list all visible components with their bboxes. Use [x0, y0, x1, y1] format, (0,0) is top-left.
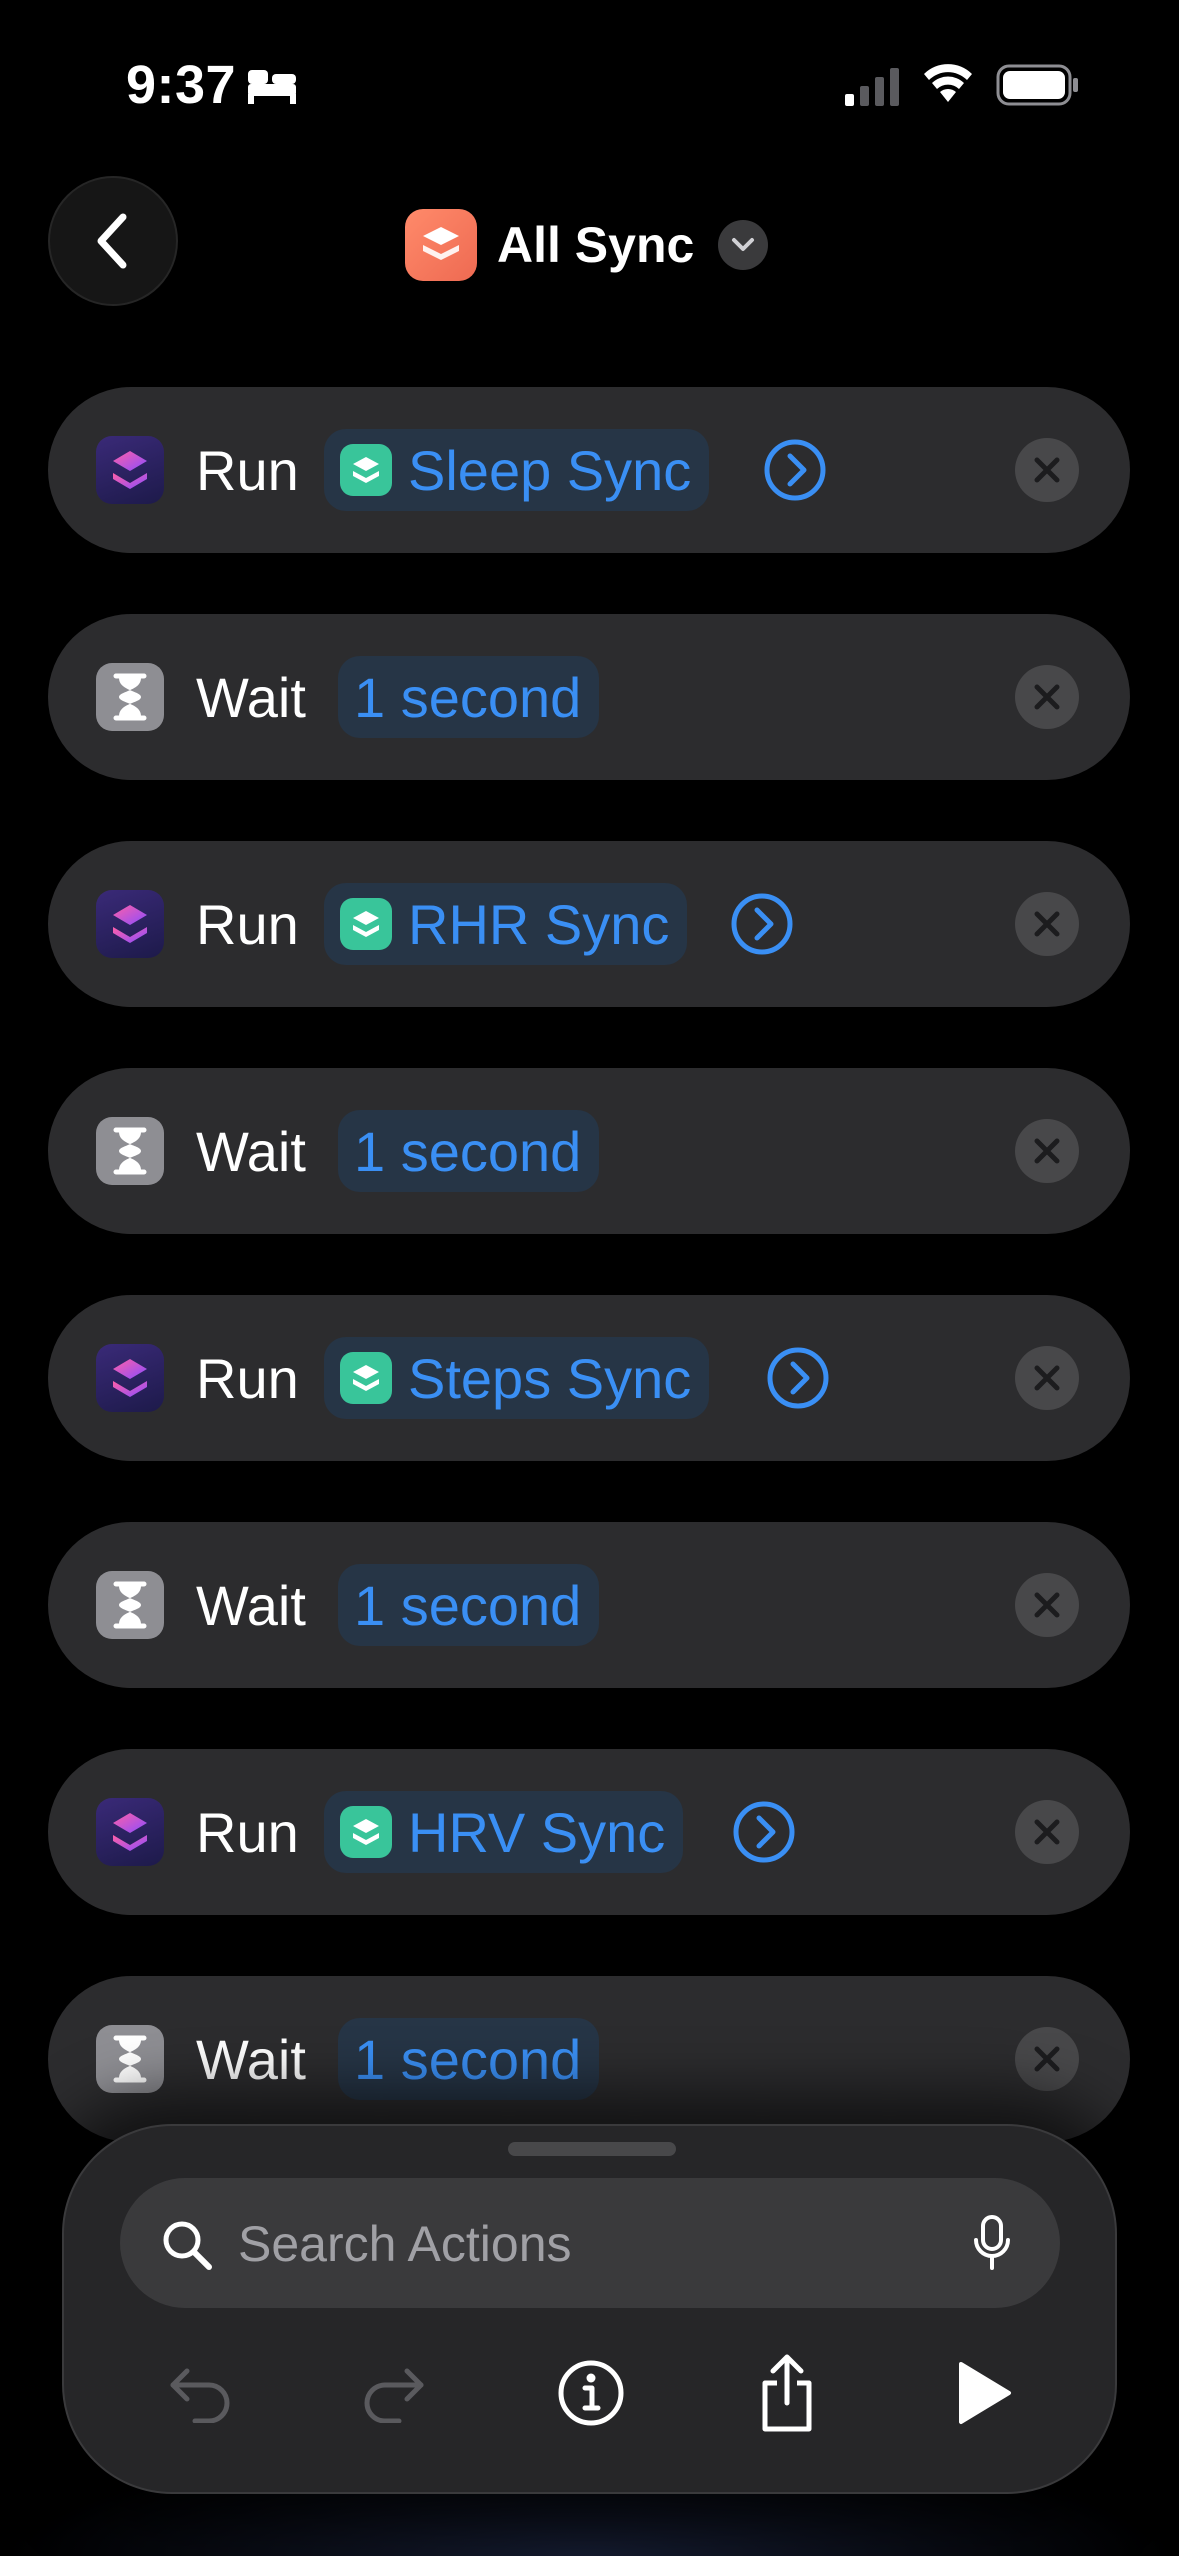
search-bar[interactable] [120, 2178, 1060, 2308]
redo-icon [364, 2368, 424, 2423]
battery-icon [996, 64, 1080, 111]
duration-value: 1 second [354, 2027, 582, 2091]
action-verb: Wait [196, 665, 306, 729]
shortcut-stack-icon [340, 1352, 392, 1404]
search-input[interactable] [236, 2208, 940, 2280]
close-icon [1034, 1819, 1060, 1845]
duration-parameter[interactable]: 1 second [338, 1110, 600, 1192]
duration-value: 1 second [354, 665, 582, 729]
search-icon [163, 2221, 212, 2270]
shortcut-name: Sleep Sync [408, 438, 692, 502]
duration-value: 1 second [354, 1573, 582, 1637]
shortcut-parameter[interactable]: RHR Sync [324, 883, 688, 965]
action-verb: Wait [196, 1119, 306, 1183]
shortcuts-stack-icon [405, 209, 477, 281]
info-icon [558, 2360, 624, 2426]
action-verb: Run [196, 1800, 299, 1864]
run-shortcut-button[interactable] [938, 2348, 1028, 2438]
shortcut-name: RHR Sync [408, 892, 670, 956]
close-icon [1034, 457, 1060, 483]
shortcuts-app-icon [96, 890, 164, 958]
shortcut-stack-icon [340, 898, 392, 950]
share-icon [762, 2354, 812, 2432]
duration-value: 1 second [354, 1119, 582, 1183]
open-shortcut-icon[interactable] [732, 1800, 796, 1864]
action-row[interactable]: Wait 1 second [48, 1068, 1130, 1234]
action-row[interactable]: Wait 1 second [48, 614, 1130, 780]
share-button[interactable] [742, 2348, 832, 2438]
close-icon [1034, 911, 1060, 937]
shortcut-stack-icon [340, 444, 392, 496]
bed-icon [246, 66, 298, 109]
status-bar: 9:37 [0, 0, 1179, 170]
remove-action-button[interactable] [1015, 1800, 1079, 1864]
hourglass-icon [96, 663, 164, 731]
shortcut-name: HRV Sync [408, 1800, 666, 1864]
shortcut-title-menu[interactable]: All Sync [405, 205, 769, 285]
open-shortcut-icon[interactable] [763, 438, 827, 502]
chevron-left-icon [97, 213, 127, 269]
action-row[interactable]: Run Steps Sync [48, 1295, 1130, 1461]
undo-icon [170, 2368, 230, 2423]
close-icon [1034, 1365, 1060, 1391]
remove-action-button[interactable] [1015, 1573, 1079, 1637]
open-shortcut-icon[interactable] [730, 892, 794, 956]
remove-action-button[interactable] [1015, 1119, 1079, 1183]
duration-parameter[interactable]: 1 second [338, 656, 600, 738]
hourglass-icon [96, 2025, 164, 2093]
action-row[interactable]: Run RHR Sync [48, 841, 1130, 1007]
cellular-signal-icon [843, 66, 901, 111]
shortcuts-app-icon [96, 1798, 164, 1866]
close-icon [1034, 2046, 1060, 2072]
sheet-grabber[interactable] [508, 2142, 676, 2156]
status-time: 9:37 [126, 55, 237, 115]
hourglass-icon [96, 1117, 164, 1185]
action-verb: Run [196, 892, 299, 956]
play-icon [959, 2362, 1011, 2424]
microphone-icon[interactable] [972, 2214, 1012, 2274]
remove-action-button[interactable] [1015, 892, 1079, 956]
wifi-icon [922, 62, 974, 109]
back-button[interactable] [48, 176, 178, 306]
action-row[interactable]: Run Sleep Sync [48, 387, 1130, 553]
info-button[interactable] [546, 2348, 636, 2438]
shortcut-parameter[interactable]: Sleep Sync [324, 429, 710, 511]
shortcut-parameter[interactable]: HRV Sync [324, 1791, 684, 1873]
duration-parameter[interactable]: 1 second [338, 2018, 600, 2100]
close-icon [1034, 684, 1060, 710]
remove-action-button[interactable] [1015, 2027, 1079, 2091]
shortcuts-app-icon [96, 436, 164, 504]
close-icon [1034, 1592, 1060, 1618]
shortcuts-app-icon [96, 1344, 164, 1412]
shortcut-name: Steps Sync [408, 1346, 692, 1410]
page-title: All Sync [497, 217, 695, 273]
actions-bottom-sheet [62, 2124, 1117, 2494]
action-verb: Run [196, 1346, 299, 1410]
shortcut-stack-icon [340, 1806, 392, 1858]
action-verb: Run [196, 438, 299, 502]
remove-action-button[interactable] [1015, 665, 1079, 729]
duration-parameter[interactable]: 1 second [338, 1564, 600, 1646]
remove-action-button[interactable] [1015, 1346, 1079, 1410]
action-row[interactable]: Wait 1 second [48, 1522, 1130, 1688]
undo-button[interactable] [154, 2348, 244, 2438]
remove-action-button[interactable] [1015, 438, 1079, 502]
hourglass-icon [96, 1571, 164, 1639]
action-row[interactable]: Run HRV Sync [48, 1749, 1130, 1915]
action-verb: Wait [196, 2027, 306, 2091]
redo-button[interactable] [350, 2348, 440, 2438]
shortcut-parameter[interactable]: Steps Sync [324, 1337, 710, 1419]
chevron-down-icon[interactable] [718, 220, 769, 270]
action-verb: Wait [196, 1573, 306, 1637]
open-shortcut-icon[interactable] [766, 1346, 830, 1410]
action-row[interactable]: Wait 1 second [48, 1976, 1130, 2142]
close-icon [1034, 1138, 1060, 1164]
